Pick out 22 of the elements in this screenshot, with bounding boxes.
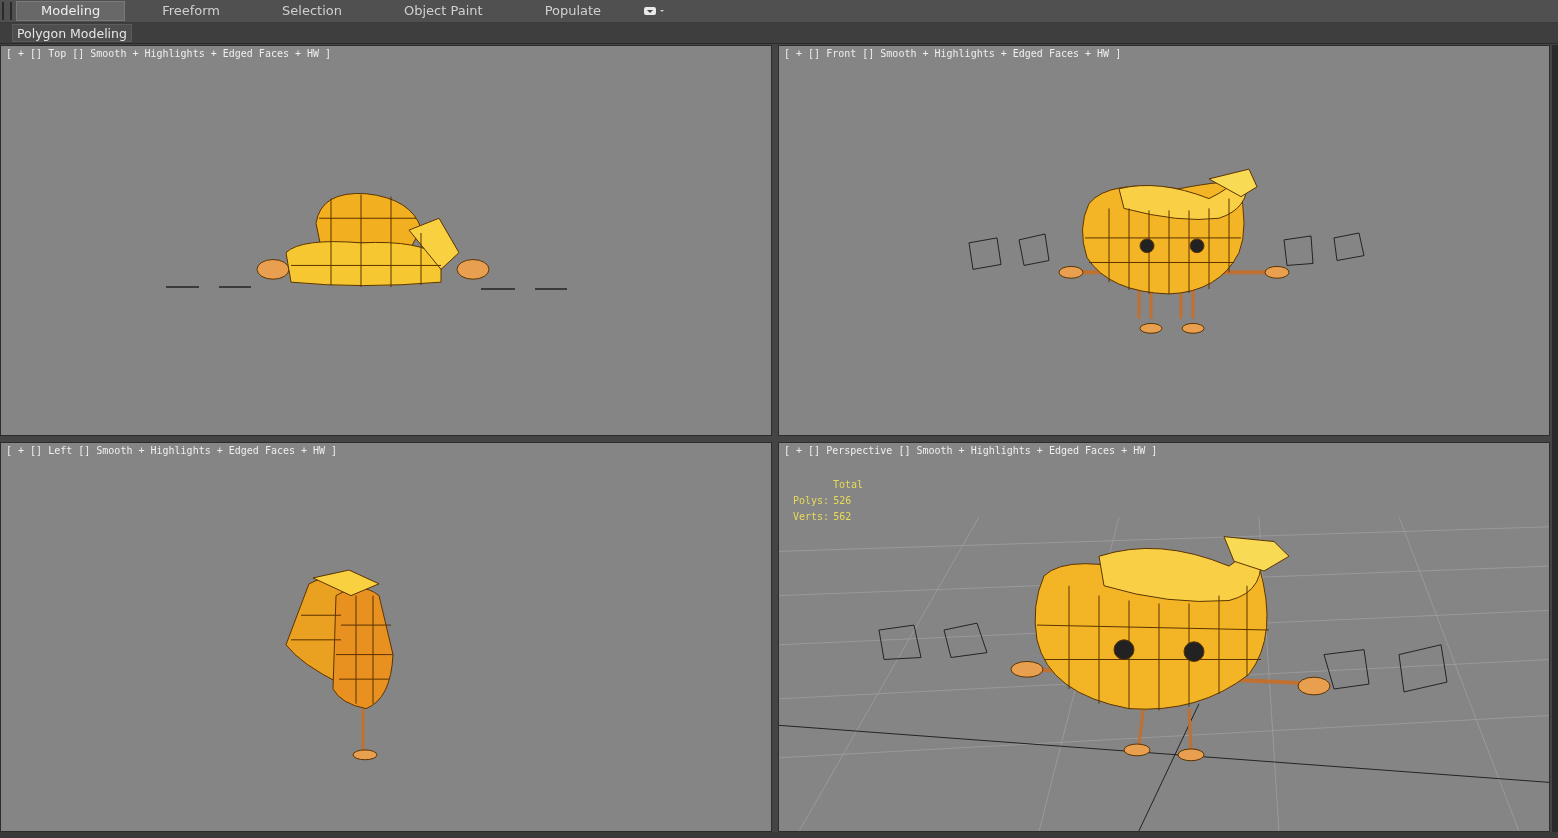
viewport[interactable]: [ + [] Top [] Smooth + Highlights + Edged Faces + HW ]: [0, 45, 772, 436]
viewport-label[interactable]: [ + [] Top [] Smooth + Highlights + Edged Faces + HW ]: [1, 46, 337, 61]
stats-value: 526: [833, 493, 852, 508]
viewport[interactable]: [ + [] Left [] Smooth + Highlights + Edged Faces + HW ]: [0, 441, 772, 832]
stats-title: Total: [832, 477, 864, 492]
viewport-label[interactable]: [ + [] Left [] Smooth + Highlights + Edged Faces + HW ]: [1, 442, 343, 458]
ribbon-tab[interactable]: Freeform: [137, 1, 246, 21]
stats-label: Polys:: [793, 493, 830, 508]
viewport-label[interactable]: [ + [] Perspective [] Smooth + Highlights + Edged Faces + HW ]: [779, 442, 1163, 458]
ribbon-tab[interactable]: Modeling: [16, 1, 126, 21]
stats-value: 562: [833, 509, 852, 524]
ribbon-tab[interactable]: Populate: [519, 1, 627, 21]
viewport[interactable]: [ + [] Front [] Smooth + Highlights + Edged Faces + HW ]: [778, 45, 1550, 436]
ribbon-tab[interactable]: Selection: [257, 1, 367, 21]
toolbar-grip[interactable]: [2, 2, 12, 20]
dropdown-icon[interactable]: [644, 6, 667, 16]
viewport-label[interactable]: [ + [] Front [] Smooth + Highlights + Edged Faces + HW ]: [779, 46, 1127, 61]
stats-label: Verts:: [793, 509, 830, 524]
viewport[interactable]: [ + [] Perspective [] Smooth + Highlights + Edged Faces + HW ] Total Polys: 526 Verts: 562: [778, 441, 1550, 832]
panel-tab[interactable]: Polygon Modeling: [12, 24, 132, 42]
ribbon-tab[interactable]: Object Paint: [378, 1, 508, 21]
scrollbar[interactable]: [1552, 45, 1558, 832]
